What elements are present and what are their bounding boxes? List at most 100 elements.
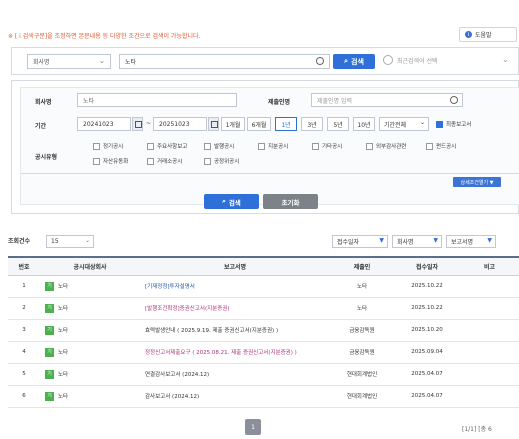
report-cell: 정정신고서제출요구 ( 2025.08.21. 제출 증권신고서(지분증권) ) xyxy=(140,341,330,364)
detail-conditions-toggle[interactable]: 상세조건열기 ▼ xyxy=(453,177,501,187)
type-label: 펀드공시 xyxy=(436,144,457,150)
report-link[interactable]: 정정신고서제출요구 ( 2025.08.21. 제출 증권신고서(지분증권) ) xyxy=(145,350,297,356)
type-checkbox[interactable]: 공정위공시 xyxy=(204,156,239,166)
type-checkbox[interactable]: 지분공시 xyxy=(258,141,288,151)
market-badge: 기 xyxy=(45,347,54,357)
period-5-year-button[interactable]: 5년 xyxy=(327,117,349,131)
search-category-value: 회사명 xyxy=(33,59,50,66)
report-link[interactable]: 연결감사보고서 (2024.12) xyxy=(145,372,209,378)
date-cell: 2025.10.20 xyxy=(394,319,460,342)
checkbox-icon xyxy=(426,142,433,150)
date-cell: 2025.10.22 xyxy=(394,275,460,298)
type-checkbox[interactable]: 외부감사관련 xyxy=(366,141,406,151)
report-link[interactable]: [기재정정]투자설명서 xyxy=(145,284,195,290)
company-link[interactable]: 노타 xyxy=(58,350,68,356)
period-1-month-button[interactable]: 1개월 xyxy=(221,117,245,131)
submitter-cell: 노타 xyxy=(330,275,394,298)
date-cell: 2025.04.07 xyxy=(394,385,460,408)
period-all-label: 기간전체 xyxy=(384,121,407,129)
type-checkbox[interactable]: 펀드공시 xyxy=(426,141,456,151)
type-checkbox[interactable]: 발행공시 xyxy=(204,141,234,151)
company-cell: 기 노타 xyxy=(40,363,140,386)
company-search-value: 노타 xyxy=(125,59,137,66)
company-link[interactable]: 노타 xyxy=(58,328,68,334)
company-link[interactable]: 노타 xyxy=(58,306,68,312)
end-date-value: 20251023 xyxy=(159,120,190,128)
result-count-select[interactable]: 15 ⌄ xyxy=(46,235,94,248)
period-3-year-button[interactable]: 3년 xyxy=(301,117,323,131)
report-link[interactable]: 효력발생안내 ( 2025.9.19. 제출 증권신고서(지분증권) ) xyxy=(145,328,278,334)
caret-down-icon: ▼ xyxy=(379,237,384,244)
table-row: 6 기 노타 감사보고서 (2024.12) 현대회계법인 2025.04.07 xyxy=(8,385,519,408)
period-6-month-button[interactable]: 6개월 xyxy=(247,117,271,131)
report-link[interactable]: [발행조건확정]증권신고서(지분증권) xyxy=(145,306,229,312)
quick-search-button[interactable]: ⌕ 검색 xyxy=(333,54,375,69)
page-button-current[interactable]: 1 xyxy=(245,419,261,435)
start-date-field[interactable]: 20241023 xyxy=(77,117,131,131)
end-date-field[interactable]: 20251023 xyxy=(153,117,207,131)
table-row: 1 기 노타 [기재정정]투자설명서 노타 2025.10.22 xyxy=(8,275,519,298)
submitter-cell: 현대회계법인 xyxy=(330,363,394,386)
help-button[interactable]: i 도움말 xyxy=(459,27,517,42)
sort-by-company-select[interactable]: 회사명 ▼ xyxy=(392,235,442,248)
report-link[interactable]: 감사보고서 (2024.12) xyxy=(145,394,199,400)
column-header: 보고서명 xyxy=(140,256,330,276)
row-number: 3 xyxy=(8,319,40,342)
info-icon: i xyxy=(465,31,472,38)
calendar-icon[interactable] xyxy=(132,117,143,131)
filter-panel-inner: 회사명 노타 제출인명 제출인명 입력 기간 20241023 ~ 202510… xyxy=(20,87,519,205)
sort-by-date-select[interactable]: 접수일자 ▼ xyxy=(332,235,388,248)
company-link[interactable]: 노타 xyxy=(58,372,68,378)
company-search-input[interactable]: 노타 xyxy=(119,54,330,69)
caret-down-icon: ▼ xyxy=(433,237,438,244)
latest-report-checkbox[interactable]: 최종보고서 xyxy=(436,119,471,129)
type-label: 발행공시 xyxy=(214,144,235,150)
chevron-down-icon[interactable]: ⌄ xyxy=(502,55,509,64)
search-icon[interactable] xyxy=(316,57,324,65)
checkbox-icon xyxy=(366,142,373,150)
start-date-value: 20241023 xyxy=(83,120,114,128)
type-checkbox[interactable]: 거래소공시 xyxy=(147,156,182,166)
filter-search-button[interactable]: ⌕ 검색 xyxy=(204,194,259,209)
company-link[interactable]: 노타 xyxy=(58,394,68,400)
company-cell: 기 노타 xyxy=(40,297,140,320)
company-link[interactable]: 노타 xyxy=(58,284,68,290)
help-label: 도움말 xyxy=(475,32,492,39)
type-checkbox[interactable]: 기타공시 xyxy=(312,141,342,151)
search-icon[interactable] xyxy=(450,96,458,104)
type-checkbox[interactable]: 정기공시 xyxy=(93,141,123,151)
period-10-year-button[interactable]: 10년 xyxy=(353,117,375,131)
column-header: 접수일자 xyxy=(394,256,460,276)
note-cell xyxy=(460,297,519,320)
date-cell: 2025.09.04 xyxy=(394,341,460,364)
market-badge: 기 xyxy=(45,369,54,379)
quick-search-label: 검색 xyxy=(351,57,364,66)
type-checkbox[interactable]: 주요사항보고 xyxy=(147,141,187,151)
calendar-icon[interactable] xyxy=(208,117,219,131)
note-cell xyxy=(460,275,519,298)
reset-button[interactable]: 초기화 xyxy=(263,194,318,209)
type-label: 외부감사관련 xyxy=(376,144,407,150)
checkbox-checked-icon xyxy=(436,120,443,128)
period-1-year-button[interactable]: 1년 xyxy=(275,117,297,131)
row-number: 1 xyxy=(8,275,40,298)
search-tip-notice: ※ [ i 검색구분]을 조정하면 본문내용 등 다양한 조건으로 검색이 가능… xyxy=(8,33,201,40)
sort-option-label: 보고서명 xyxy=(451,239,474,246)
type-label: 지분공시 xyxy=(268,144,289,150)
note-cell xyxy=(460,385,519,408)
recent-search-select[interactable]: 최근검색어 선택 xyxy=(383,55,438,65)
note-cell xyxy=(460,341,519,364)
quick-search-bar: 회사명 ⌄ 노타 ⌕ 검색 최근검색어 선택 ⌄ xyxy=(11,47,519,75)
checkbox-icon xyxy=(93,157,100,165)
submitter-label: 제출인명 xyxy=(268,99,291,106)
sort-by-report-select[interactable]: 보고서명 ▼ xyxy=(446,235,496,248)
clock-icon xyxy=(383,55,393,65)
column-header: 제출인 xyxy=(330,256,394,276)
type-label: 기타공시 xyxy=(322,144,343,150)
company-name-field[interactable]: 노타 xyxy=(77,93,237,107)
submitter-name-field[interactable]: 제출인명 입력 xyxy=(311,93,463,107)
period-all-select[interactable]: 기간전체 ⌄ xyxy=(379,117,429,131)
type-checkbox[interactable]: 자산유동화 xyxy=(93,156,128,166)
search-category-select[interactable]: 회사명 ⌄ xyxy=(27,54,111,69)
submitter-placeholder: 제출인명 입력 xyxy=(317,97,353,105)
